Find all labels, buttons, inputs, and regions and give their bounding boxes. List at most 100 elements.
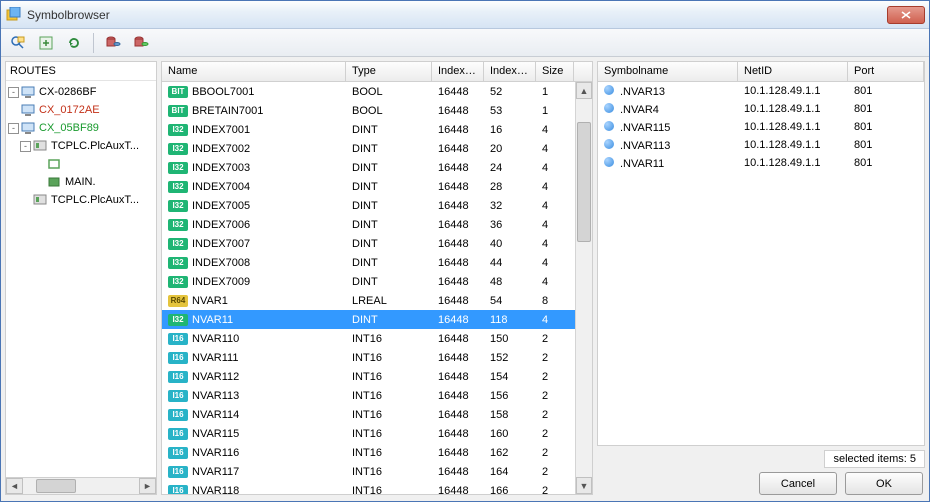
table-row[interactable]: I32INDEX7004DINT16448284 xyxy=(162,177,592,196)
scroll-down-icon[interactable]: ▼ xyxy=(576,477,592,494)
symbol-name: INDEX7004 xyxy=(192,181,250,193)
symbol-dot-icon xyxy=(604,121,614,131)
type-badge-icon: I16 xyxy=(168,485,188,495)
table-row[interactable]: I32INDEX7001DINT16448164 xyxy=(162,120,592,139)
cancel-button[interactable]: Cancel xyxy=(759,472,837,495)
plc-icon xyxy=(33,138,49,154)
selected-table-body[interactable]: .NVAR1310.1.128.49.1.1801.NVAR410.1.128.… xyxy=(598,82,924,445)
type-badge-icon: I32 xyxy=(168,314,188,326)
symbol-size: 4 xyxy=(536,314,574,326)
expand-toggle[interactable]: - xyxy=(8,87,19,98)
symbol-type: DINT xyxy=(346,200,432,212)
col-size[interactable]: Size xyxy=(536,62,574,81)
table-row[interactable]: I32NVAR11DINT164481184 xyxy=(162,310,592,329)
db-icon[interactable] xyxy=(102,32,124,54)
ok-button[interactable]: OK xyxy=(845,472,923,495)
table-row[interactable]: I32INDEX7003DINT16448244 xyxy=(162,158,592,177)
symbol-type: BOOL xyxy=(346,105,432,117)
close-button[interactable] xyxy=(887,6,925,24)
tree-item[interactable]: CX_0172AE xyxy=(6,101,156,119)
find-icon[interactable] xyxy=(7,32,29,54)
tree-item[interactable]: -CX-0286BF xyxy=(6,83,156,101)
titlebar: Symbolbrowser xyxy=(1,1,929,29)
table-row[interactable]: I16NVAR115INT16164481602 xyxy=(162,424,592,443)
symbol-name: NVAR112 xyxy=(192,371,239,383)
scroll-left-icon[interactable]: ◄ xyxy=(6,478,23,494)
symbol-index2: 156 xyxy=(484,390,536,402)
col-index2[interactable]: Index-... xyxy=(484,62,536,81)
table-row[interactable]: I16NVAR116INT16164481622 xyxy=(162,443,592,462)
table-vscrollbar[interactable]: ▲ ▼ xyxy=(575,82,592,494)
tree-item[interactable] xyxy=(6,155,156,173)
expand-toggle[interactable]: - xyxy=(20,141,31,152)
db2-icon[interactable] xyxy=(130,32,152,54)
col-symbolname[interactable]: Symbolname xyxy=(598,62,738,81)
tree-item[interactable]: - TCPLC.PlcAuxT... xyxy=(6,137,156,155)
table-row[interactable]: I16NVAR117INT16164481642 xyxy=(162,462,592,481)
col-type[interactable]: Type xyxy=(346,62,432,81)
col-netid[interactable]: NetID xyxy=(738,62,848,81)
table-row[interactable]: I16NVAR110INT16164481502 xyxy=(162,329,592,348)
tree-item[interactable]: - CX_05BF89 xyxy=(6,119,156,137)
type-badge-icon: I32 xyxy=(168,238,188,250)
table-row[interactable]: I32INDEX7009DINT16448484 xyxy=(162,272,592,291)
symbol-type: INT16 xyxy=(346,428,432,440)
table-row[interactable]: I16NVAR113INT16164481562 xyxy=(162,386,592,405)
refresh-icon[interactable] xyxy=(63,32,85,54)
symbol-size: 8 xyxy=(536,295,574,307)
tree-item[interactable]: TCPLC.PlcAuxT... xyxy=(6,191,156,209)
symbol-type: INT16 xyxy=(346,333,432,345)
selected-row[interactable]: .NVAR11310.1.128.49.1.1801 xyxy=(598,136,924,154)
tree-item-label: CX_05BF89 xyxy=(39,122,99,134)
symbol-table: Name Type Index-... Index-... Size BITBB… xyxy=(161,61,593,495)
symbol-index2: 164 xyxy=(484,466,536,478)
symbol-index1: 16448 xyxy=(432,162,484,174)
col-port[interactable]: Port xyxy=(848,62,924,81)
table-row[interactable]: I32INDEX7007DINT16448404 xyxy=(162,234,592,253)
table-row[interactable]: R64NVAR1LREAL16448548 xyxy=(162,291,592,310)
scroll-up-icon[interactable]: ▲ xyxy=(576,82,592,99)
scroll-thumb[interactable] xyxy=(36,479,76,493)
symbol-size: 2 xyxy=(536,466,574,478)
table-row[interactable]: I16NVAR111INT16164481522 xyxy=(162,348,592,367)
routes-tree[interactable]: -CX-0286BFCX_0172AE-CX_05BF89-TCPLC.PlcA… xyxy=(6,81,156,477)
col-index1[interactable]: Index-... xyxy=(432,62,484,81)
content: ROUTES -CX-0286BFCX_0172AE-CX_05BF89-TCP… xyxy=(1,57,929,501)
selected-row[interactable]: .NVAR11510.1.128.49.1.1801 xyxy=(598,118,924,136)
table-row[interactable]: I32INDEX7005DINT16448324 xyxy=(162,196,592,215)
symbol-type: INT16 xyxy=(346,466,432,478)
tree-item[interactable]: MAIN. xyxy=(6,173,156,191)
scroll-right-icon[interactable]: ► xyxy=(139,478,156,494)
tree-hscrollbar[interactable]: ◄ ► xyxy=(6,477,156,494)
symbol-type: DINT xyxy=(346,257,432,269)
expand-toggle[interactable]: - xyxy=(8,123,19,134)
selected-row[interactable]: .NVAR1310.1.128.49.1.1801 xyxy=(598,82,924,100)
table-row[interactable]: I32INDEX7002DINT16448204 xyxy=(162,139,592,158)
tree-item-label: MAIN. xyxy=(65,176,96,188)
table-row[interactable]: I32INDEX7008DINT16448444 xyxy=(162,253,592,272)
selected-row[interactable]: .NVAR1110.1.128.49.1.1801 xyxy=(598,154,924,172)
scroll-thumb[interactable] xyxy=(577,122,591,242)
selected-row[interactable]: .NVAR410.1.128.49.1.1801 xyxy=(598,100,924,118)
table-row[interactable]: BITBBOOL7001BOOL16448521 xyxy=(162,82,592,101)
table-row[interactable]: BITBRETAIN7001BOOL16448531 xyxy=(162,101,592,120)
table-row[interactable]: I16NVAR118INT16164481662 xyxy=(162,481,592,494)
symbol-name: NVAR115 xyxy=(192,428,239,440)
table-row[interactable]: I16NVAR112INT16164481542 xyxy=(162,367,592,386)
col-name[interactable]: Name xyxy=(162,62,346,81)
toolbar xyxy=(1,29,929,57)
symbol-index2: 166 xyxy=(484,485,536,495)
tree-item-label: TCPLC.PlcAuxT... xyxy=(51,140,139,152)
symbol-table-header[interactable]: Name Type Index-... Index-... Size xyxy=(162,62,592,82)
selected-table-header[interactable]: Symbolname NetID Port xyxy=(598,62,924,82)
symbol-table-body[interactable]: BITBBOOL7001BOOL16448521BITBRETAIN7001BO… xyxy=(162,82,592,494)
selected-netid: 10.1.128.49.1.1 xyxy=(738,103,848,115)
symbol-index2: 150 xyxy=(484,333,536,345)
table-row[interactable]: I16NVAR114INT16164481582 xyxy=(162,405,592,424)
symbol-size: 4 xyxy=(536,124,574,136)
type-badge-icon: I32 xyxy=(168,181,188,193)
expand-all-icon[interactable] xyxy=(35,32,57,54)
symbol-index1: 16448 xyxy=(432,352,484,364)
type-badge-icon: I16 xyxy=(168,409,188,421)
table-row[interactable]: I32INDEX7006DINT16448364 xyxy=(162,215,592,234)
